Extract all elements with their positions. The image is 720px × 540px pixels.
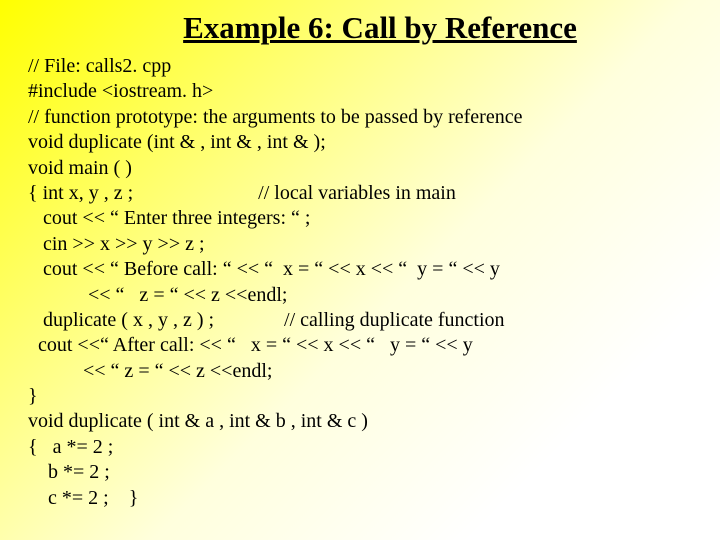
code-line: { int x, y , z ; // local variables in m… <box>28 181 692 206</box>
code-line: { a *= 2 ; <box>28 435 692 460</box>
code-line: << “ z = “ << z <<endl; <box>28 283 692 308</box>
code-line: void duplicate (int & , int & , int & ); <box>28 130 692 155</box>
code-line: #include <iostream. h> <box>28 79 692 104</box>
code-line: // File: calls2. cpp <box>28 54 692 79</box>
code-line: c *= 2 ; } <box>28 486 692 511</box>
code-block: // File: calls2. cpp#include <iostream. … <box>28 54 692 511</box>
code-line: cout << “ Enter three integers: “ ; <box>28 206 692 231</box>
code-line: cin >> x >> y >> z ; <box>28 232 692 257</box>
code-line: cout << “ Before call: “ << “ x = “ << x… <box>28 257 692 282</box>
code-line: duplicate ( x , y , z ) ; // calling dup… <box>28 308 692 333</box>
slide-title: Example 6: Call by Reference <box>108 10 652 46</box>
code-line: b *= 2 ; <box>28 460 692 485</box>
code-line: cout <<“ After call: << “ x = “ << x << … <box>28 333 692 358</box>
code-line: << “ z = “ << z <<endl; <box>28 359 692 384</box>
slide-content: Example 6: Call by Reference // File: ca… <box>0 0 720 511</box>
code-line: } <box>28 384 692 409</box>
code-line: void main ( ) <box>28 156 692 181</box>
code-line: // function prototype: the arguments to … <box>28 105 692 130</box>
code-line: void duplicate ( int & a , int & b , int… <box>28 409 692 434</box>
